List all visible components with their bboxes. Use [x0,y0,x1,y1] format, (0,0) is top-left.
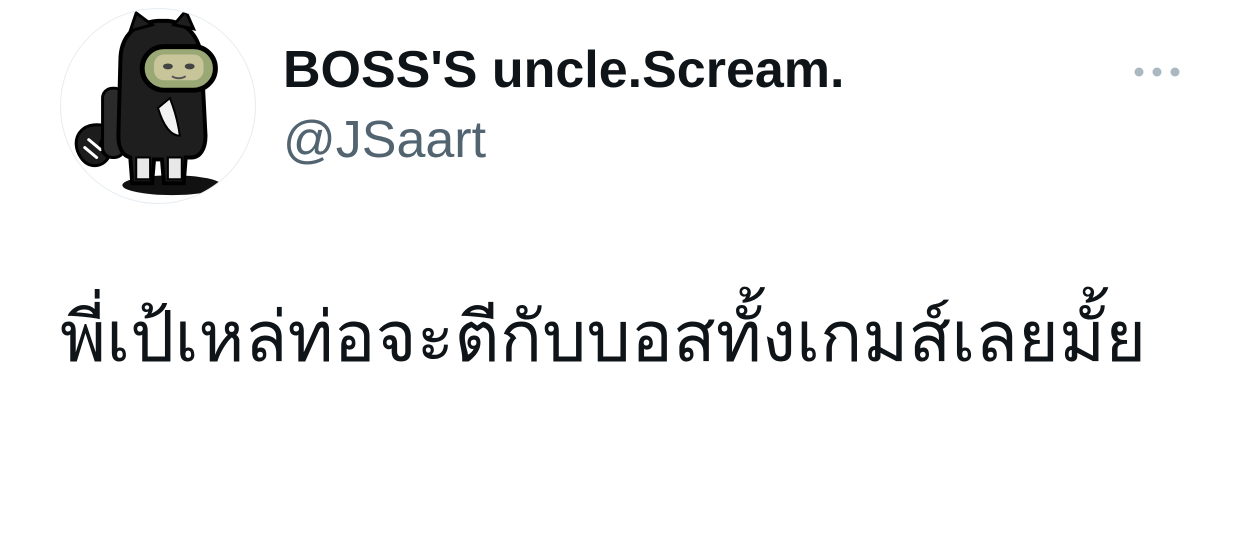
author-handle[interactable]: @JSaart [283,108,486,172]
avatar[interactable] [60,8,256,204]
tweet-text: พี่เป้เหล่ท่อจะตีกับบอสทั้งเกมส์เลยมั้ย [60,296,1147,378]
black-dog-crewmate-icon [74,9,222,196]
author-display-name[interactable]: BOSS'S uncle.Scream. [283,38,845,102]
more-dots-icon [1134,67,1180,77]
more-options-button[interactable] [1122,48,1192,96]
tweet-card: BOSS'S uncle.Scream. @JSaart พี่เป้เหล่ท… [0,0,1242,536]
